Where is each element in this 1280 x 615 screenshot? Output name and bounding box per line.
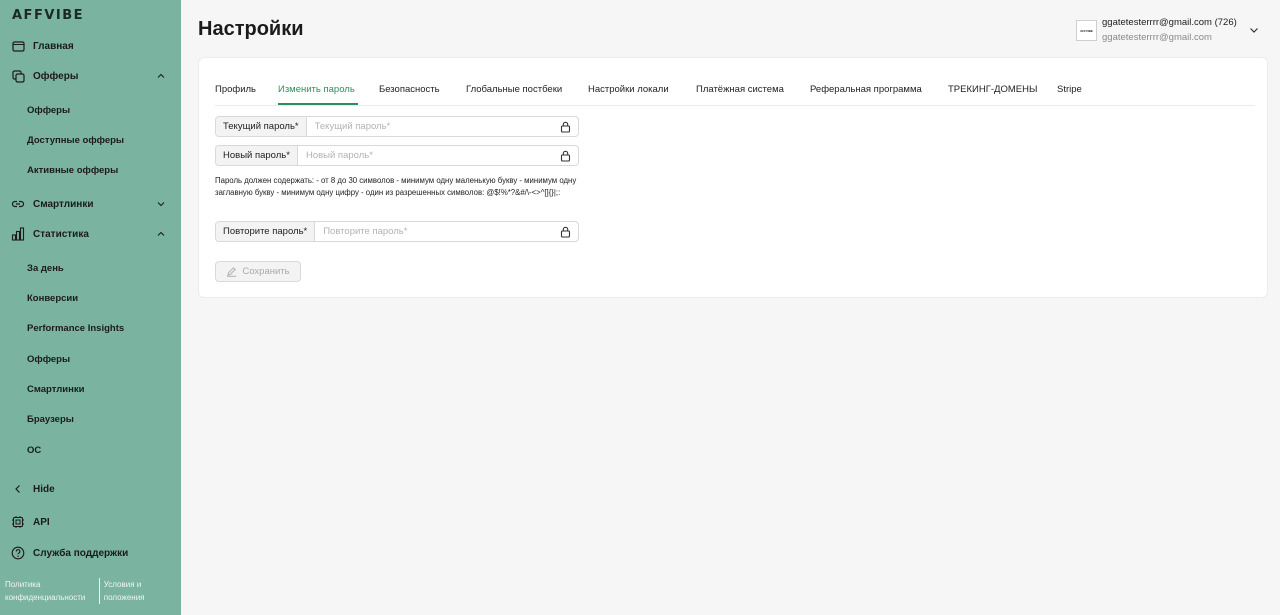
sidebar-subitem-active-offers[interactable]: Активные офферы	[27, 162, 118, 178]
sidebar-subitem-daily[interactable]: За день	[27, 260, 64, 276]
lock-icon[interactable]	[552, 222, 578, 241]
sidebar-item-api[interactable]: API	[0, 510, 181, 534]
sidebar-item-smartlinks[interactable]: Смартлинки	[0, 192, 181, 216]
brand-logo[interactable]: AFFVIBE	[12, 8, 84, 23]
bar-chart-icon	[11, 227, 25, 241]
new-password-label: Новый пароль*	[216, 146, 298, 165]
settings-card: Профиль Изменить пароль Безопасность Гло…	[198, 57, 1268, 298]
lock-icon[interactable]	[552, 146, 578, 165]
terms-link[interactable]: Условия и положения	[98, 578, 177, 604]
lock-icon[interactable]	[552, 117, 578, 136]
sidebar-subitem-available-offers[interactable]: Доступные офферы	[27, 132, 124, 148]
current-password-field: Текущий пароль*	[215, 116, 579, 137]
sidebar-item-label: Главная	[33, 40, 74, 52]
window-icon	[11, 39, 25, 53]
tab-security[interactable]: Безопасность	[379, 84, 440, 95]
new-password-input[interactable]	[297, 146, 552, 165]
tab-payment-system[interactable]: Платёжная система	[696, 84, 784, 95]
sidebar-item-label: Офферы	[33, 70, 79, 82]
link-icon	[11, 197, 25, 211]
sidebar-item-label: Hide	[33, 483, 55, 495]
active-tab-indicator	[278, 103, 358, 105]
chevron-up-icon[interactable]	[155, 228, 167, 240]
sidebar-item-stats[interactable]: Статистика	[0, 222, 181, 246]
sidebar-item-main[interactable]: Главная	[0, 34, 181, 58]
tab-profile[interactable]: Профиль	[215, 84, 256, 95]
avatar: AFFVIBE	[1076, 20, 1097, 41]
sidebar: AFFVIBE Главная Офферы Офферы Доступные …	[0, 0, 181, 615]
chevron-up-icon[interactable]	[155, 70, 167, 82]
chevron-down-icon[interactable]	[155, 198, 167, 210]
save-button-label: Сохранить	[242, 266, 290, 277]
tab-locale-settings[interactable]: Настройки локали	[588, 84, 669, 95]
sidebar-item-label: Служба поддержки	[33, 547, 129, 559]
pencil-icon	[227, 267, 237, 277]
tab-tracking-domains[interactable]: ТРЕКИНГ-ДОМЕНЫ	[948, 84, 1037, 95]
page-title: Настройки	[198, 18, 304, 40]
help-circle-icon	[11, 546, 25, 560]
sidebar-subitem-offers[interactable]: Офферы	[27, 102, 70, 118]
sidebar-subitem-conversions[interactable]: Конверсии	[27, 290, 78, 306]
sidebar-item-label: API	[33, 516, 50, 528]
current-password-input[interactable]	[306, 117, 552, 136]
repeat-password-label: Повторите пароль*	[216, 222, 316, 241]
current-password-label: Текущий пароль*	[216, 117, 307, 136]
user-menu[interactable]: AFFVIBE ggatetesterrrr@gmail.com (726) g…	[1076, 16, 1266, 46]
sidebar-subitem-stats-smartlinks[interactable]: Смартлинки	[27, 381, 84, 397]
tab-referral-program[interactable]: Реферальная программа	[810, 84, 922, 95]
sidebar-subitem-stats-offers[interactable]: Офферы	[27, 351, 70, 367]
sidebar-item-label: Статистика	[33, 228, 89, 240]
tab-global-postbacks[interactable]: Глобальные постбеки	[466, 84, 562, 95]
tab-change-password[interactable]: Изменить пароль	[278, 84, 355, 95]
repeat-password-input[interactable]	[315, 222, 552, 241]
sidebar-hide-button[interactable]: Hide	[0, 477, 181, 501]
settings-tabs: Профиль Изменить пароль Безопасность Гло…	[215, 80, 1255, 106]
user-email: ggatetesterrrr@gmail.com	[1102, 32, 1212, 43]
chevron-left-icon	[11, 482, 25, 496]
save-button[interactable]: Сохранить	[215, 261, 301, 282]
repeat-password-field: Повторите пароль*	[215, 221, 579, 242]
privacy-policy-link[interactable]: Политика конфиденциальности	[5, 578, 99, 604]
sidebar-subitem-performance-insights[interactable]: Performance Insights	[27, 320, 124, 336]
sidebar-item-offers[interactable]: Офферы	[0, 64, 181, 88]
sidebar-footer: Политика конфиденциальности Условия и по…	[5, 578, 177, 604]
chevron-down-icon[interactable]	[1248, 24, 1260, 36]
password-requirements-hint: Пароль должен содержать: - от 8 до 30 си…	[215, 176, 577, 197]
sidebar-subitem-browsers[interactable]: Браузеры	[27, 411, 74, 427]
copy-icon	[11, 69, 25, 83]
sidebar-item-support[interactable]: Служба поддержки	[0, 541, 181, 565]
sidebar-subitem-os[interactable]: ОС	[27, 442, 41, 458]
user-email-count: ggatetesterrrr@gmail.com (726)	[1102, 17, 1237, 28]
tab-stripe[interactable]: Stripe	[1057, 84, 1082, 95]
sidebar-item-label: Смартлинки	[33, 198, 94, 210]
chip-icon	[11, 515, 25, 529]
new-password-field: Новый пароль*	[215, 145, 579, 166]
